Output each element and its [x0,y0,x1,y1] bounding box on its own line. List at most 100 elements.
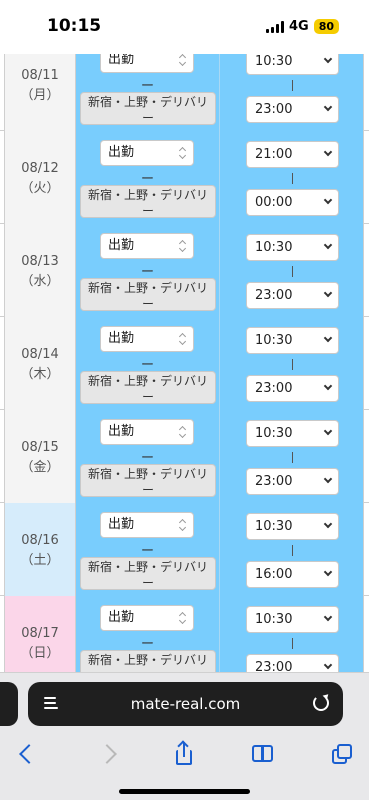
end-time-value: 16:00 [255,567,293,582]
start-time-value: 21:00 [255,147,293,162]
start-time-select[interactable]: 21:00 [246,141,339,168]
location-select[interactable]: 新宿・上野・デリバリー [80,371,216,404]
status-select[interactable]: 出勤 [100,605,194,631]
location-select[interactable]: 新宿・上野・デリバリー [80,464,216,497]
end-time-value: 23:00 [255,381,293,396]
status-select[interactable]: 出勤 [100,419,194,445]
chevron-down-icon [323,381,333,391]
time-separator [292,173,293,184]
start-time-value: 10:30 [255,333,293,348]
start-time-select[interactable]: 10:30 [246,606,339,633]
schedule-row: 08/12 （火） 出勤ー新宿・上野・デリバリー 21:00 00:00 [0,131,369,224]
schedule-row: 08/14 （木） 出勤ー新宿・上野・デリバリー 10:30 23:00 [0,317,369,410]
url-text[interactable]: mate-real.com [28,695,343,713]
chevron-down-icon [323,660,333,670]
schedule-row: 08/15 （金） 出勤ー新宿・上野・デリバリー 10:30 23:00 [0,410,369,503]
date-cell: 08/12 （火） [4,131,76,224]
chevron-down-icon [323,102,333,112]
location-select[interactable]: 新宿・上野・デリバリー [80,185,216,218]
chevron-down-icon [323,519,333,529]
date-label: 08/12 （火） [5,159,75,199]
location-value: 新宿・上野・デリバリー [87,374,208,404]
date-cell: 08/14 （木） [4,317,76,410]
status-value: 出勤 [108,145,135,160]
status-value: 出勤 [108,610,135,625]
date-value: 08/12 [21,161,59,176]
updown-icon [179,333,187,345]
status-select[interactable]: 出勤 [100,326,194,352]
chevron-down-icon [323,288,333,298]
start-time-value: 10:30 [255,54,293,69]
location-value: 新宿・上野・デリバリー [87,188,208,218]
start-time-value: 10:30 [255,426,293,441]
location-value: 新宿・上野・デリバリー [87,95,208,125]
time-separator [292,452,293,463]
start-time-select[interactable]: 10:30 [246,234,339,261]
location-select[interactable]: 新宿・上野・デリバリー [80,557,216,590]
date-value: 08/16 [21,533,59,548]
weekday-value: （火） [20,181,60,196]
shift-cell: 出勤ー新宿・上野・デリバリー [76,224,220,317]
end-time-select[interactable]: 23:00 [246,375,339,402]
address-bar[interactable]: mate-real.com [28,682,343,726]
status-select[interactable]: 出勤 [100,512,194,538]
time-separator [292,545,293,556]
date-label: 08/13 （水） [5,252,75,292]
previous-tab[interactable] [0,682,18,726]
chevron-down-icon [323,426,333,436]
chevron-down-icon [323,147,333,157]
location-select[interactable]: 新宿・上野・デリバリー [80,278,216,311]
status-select[interactable]: 出勤 [100,233,194,259]
share-icon[interactable] [172,740,198,767]
end-time-select[interactable]: 00:00 [246,189,339,216]
tabs-icon[interactable] [330,741,356,767]
status-value: 出勤 [108,517,135,532]
chevron-down-icon [323,195,333,205]
battery-icon: 80 [313,19,339,34]
date-label: 08/17 （日） [5,624,75,664]
network-type: 4G [288,19,309,34]
location-select[interactable]: 新宿・上野・デリバリー [80,92,216,125]
status-select[interactable]: 出勤 [100,140,194,166]
time-separator [292,266,293,277]
date-cell: 08/15 （金） [4,410,76,503]
browser-toolbar [0,735,369,775]
weekday-value: （水） [20,274,60,289]
start-time-select[interactable]: 10:30 [246,420,339,447]
date-label: 08/15 （金） [5,438,75,478]
status-indicators: 4G 80 [265,19,339,34]
weekday-value: （日） [20,646,60,661]
back-icon[interactable] [14,741,40,767]
start-time-value: 10:30 [255,240,293,255]
end-time-select[interactable]: 23:00 [246,96,339,123]
browser-chrome: mate-real.com [0,672,369,800]
chevron-down-icon [323,54,333,64]
forward-icon[interactable] [98,741,124,767]
status-value: 出勤 [108,331,135,346]
end-time-value: 00:00 [255,195,293,210]
time-separator [292,638,293,649]
end-time-select[interactable]: 16:00 [246,561,339,588]
shift-cell: 出勤ー新宿・上野・デリバリー [76,410,220,503]
start-time-value: 10:30 [255,612,293,627]
shift-cell: 出勤ー新宿・上野・デリバリー [76,503,220,596]
date-value: 08/17 [21,626,59,641]
end-time-select[interactable]: 23:00 [246,282,339,309]
date-value: 08/14 [21,347,59,362]
bookmarks-icon[interactable] [250,741,276,767]
start-time-select[interactable]: 10:30 [246,327,339,354]
weekday-value: （土） [20,553,60,568]
end-time-select[interactable]: 23:00 [246,468,339,495]
time-cell: 10:30 23:00 [220,224,364,317]
reload-icon[interactable] [313,695,329,711]
time-separator [292,80,293,91]
chevron-down-icon [323,474,333,484]
start-time-select[interactable]: 10:30 [246,513,339,540]
date-cell: 08/16 （土） [4,503,76,596]
status-bar: 10:15 4G 80 [0,0,369,54]
shift-cell: 出勤ー新宿・上野・デリバリー [76,131,220,224]
shift-cell: 出勤ー新宿・上野・デリバリー [76,317,220,410]
end-time-value: 23:00 [255,474,293,489]
updown-icon [179,240,187,252]
home-indicator [119,789,250,794]
